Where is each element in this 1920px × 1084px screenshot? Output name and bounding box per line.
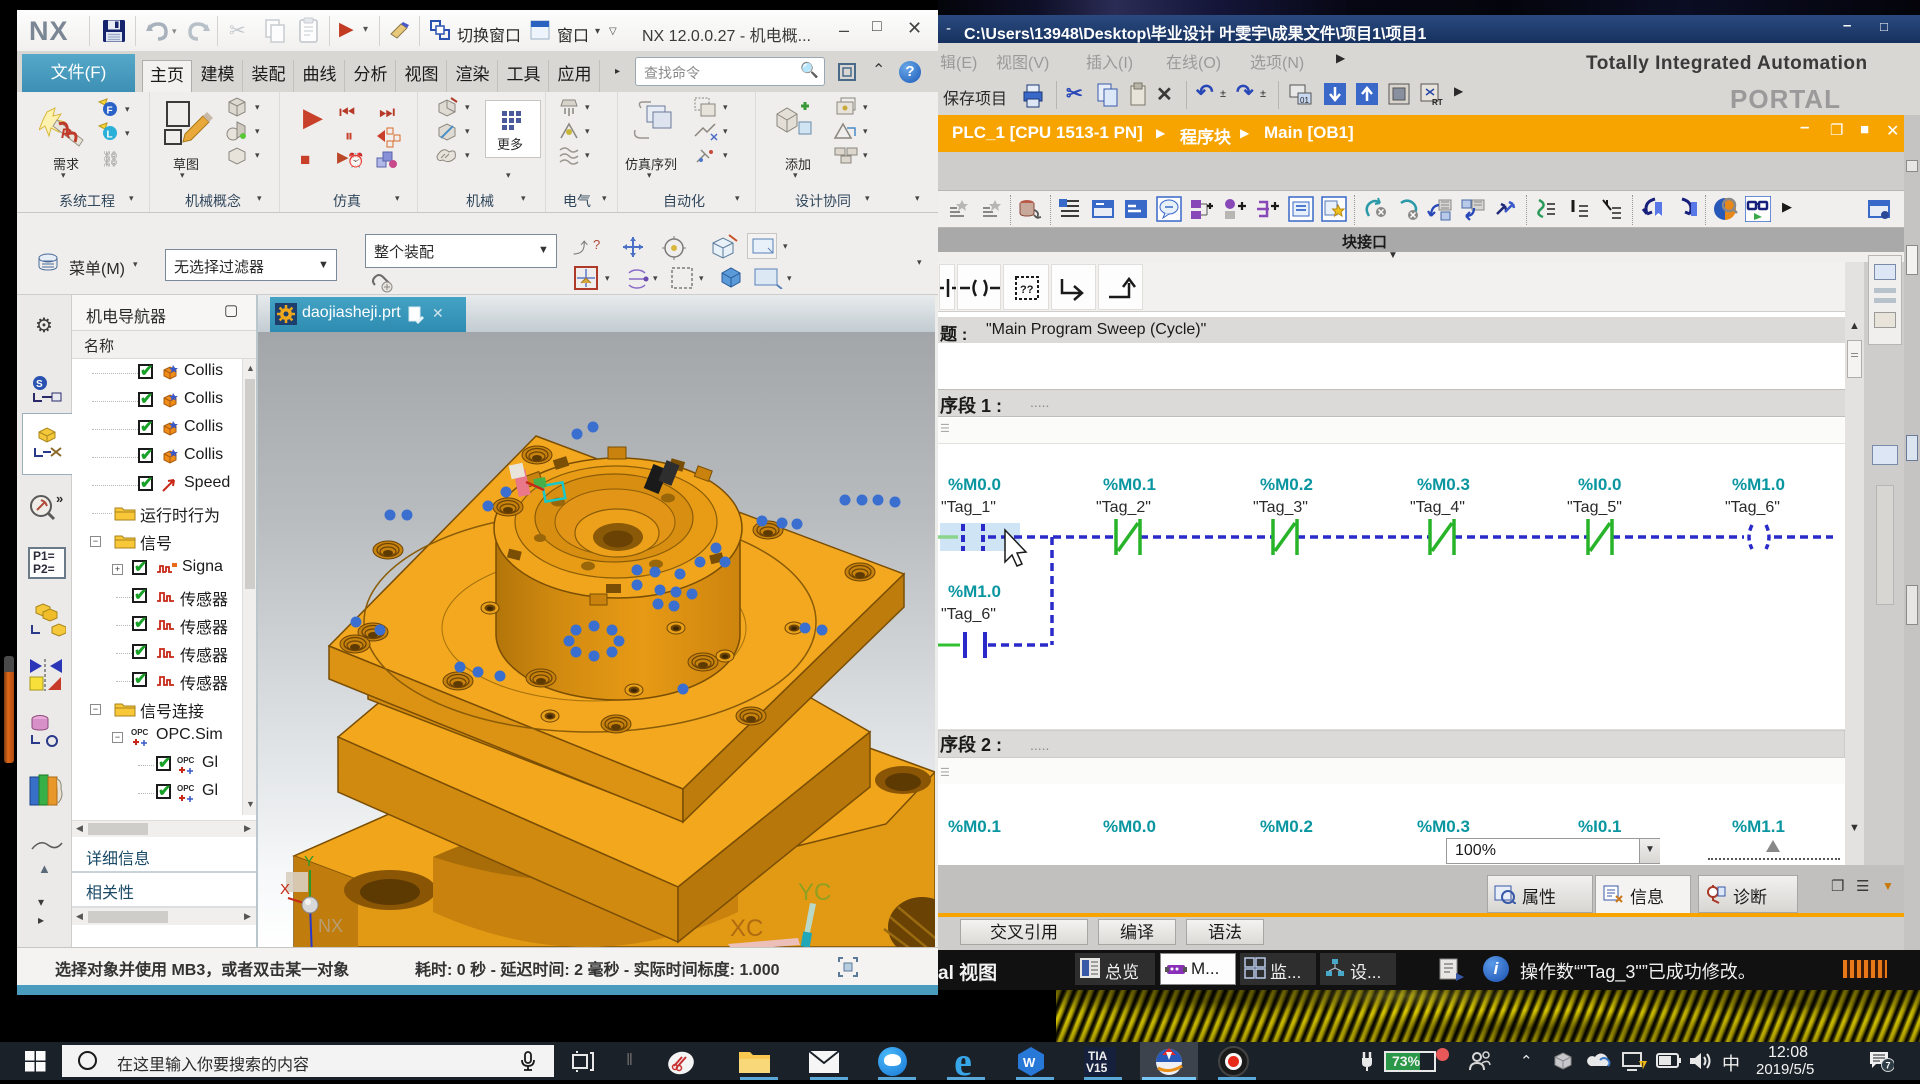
svg-text:%M0.3: %M0.3 (1417, 817, 1470, 836)
svg-text:%M0.2: %M0.2 (1260, 475, 1313, 494)
svg-text:%M0.0: %M0.0 (1103, 817, 1156, 836)
svg-text:%I0.1: %I0.1 (1578, 817, 1621, 836)
svg-text:%M1.0: %M1.0 (1732, 475, 1785, 494)
svg-text:"Tag_1": "Tag_1" (941, 499, 996, 516)
svg-text:X: X (280, 881, 290, 898)
svg-text:☰: ☰ (940, 767, 950, 779)
svg-text:"Tag_2": "Tag_2" (1096, 499, 1151, 516)
svg-text:7: 7 (1886, 1061, 1891, 1071)
svg-text:L: L (107, 130, 113, 141)
svg-text:序段 2 :: 序段 2 : (940, 734, 1002, 755)
svg-text:.....: ..... (1030, 737, 1049, 753)
svg-text:OPC: OPC (177, 756, 195, 765)
svg-text:"Tag_6": "Tag_6" (941, 606, 996, 623)
svg-text:%M1.1: %M1.1 (1732, 817, 1785, 836)
svg-text:»: » (56, 491, 63, 506)
svg-text:01: 01 (1300, 96, 1309, 105)
svg-text:W: W (1023, 1055, 1036, 1070)
svg-text:OPC: OPC (177, 784, 195, 793)
svg-text:%M0.0: %M0.0 (948, 475, 1001, 494)
svg-text:??: ?? (1020, 284, 1034, 296)
svg-text:%M0.2: %M0.2 (1260, 817, 1313, 836)
svg-text:YC: YC (798, 879, 831, 906)
svg-text:Y: Y (304, 853, 314, 870)
svg-text:S: S (36, 379, 43, 390)
svg-text:"Tag_5": "Tag_5" (1567, 499, 1622, 516)
svg-text:%I0.0: %I0.0 (1578, 475, 1621, 494)
svg-text:NX: NX (318, 916, 343, 936)
svg-text:"Tag_6": "Tag_6" (1725, 499, 1780, 516)
svg-text:XC: XC (730, 915, 763, 942)
svg-text:%M0.3: %M0.3 (1417, 475, 1470, 494)
svg-text:"Tag_3": "Tag_3" (1253, 499, 1308, 516)
svg-text:R: R (61, 125, 72, 141)
svg-text:F: F (107, 106, 113, 117)
svg-text:RT: RT (1432, 98, 1443, 107)
svg-text:%M0.1: %M0.1 (948, 817, 1001, 836)
svg-text:%M1.0: %M1.0 (948, 582, 1001, 601)
svg-text:!: ! (1642, 1063, 1644, 1070)
svg-text:"Tag_4": "Tag_4" (1410, 499, 1465, 516)
svg-text:OPC: OPC (131, 728, 149, 737)
svg-text:%M0.1: %M0.1 (1103, 475, 1156, 494)
